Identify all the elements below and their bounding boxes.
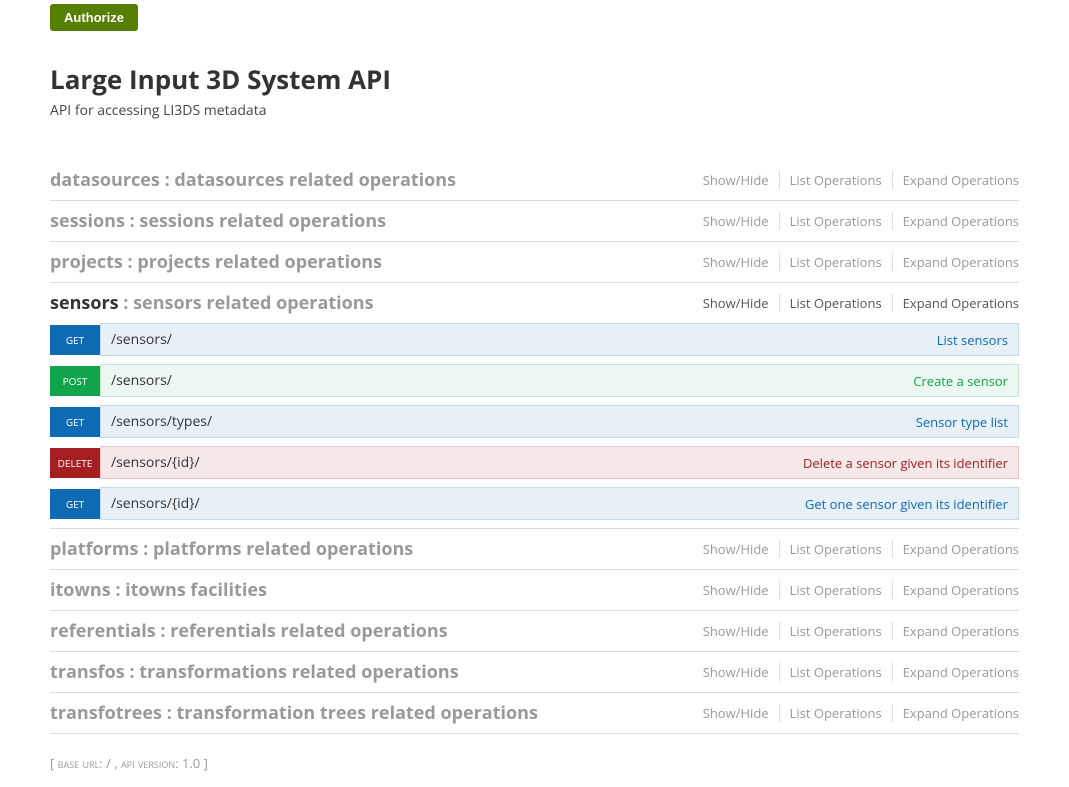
- section-sessions: sessions : sessions related operations Sh…: [50, 201, 1019, 242]
- expand-ops-link[interactable]: Expand Operations: [893, 294, 1019, 312]
- operation-path: /sensors/types/: [111, 412, 212, 431]
- expand-ops-link[interactable]: Expand Operations: [893, 581, 1019, 599]
- show-hide-link[interactable]: Show/Hide: [693, 171, 780, 189]
- api-footer: [ base url: / , api version: 1.0 ]: [50, 754, 1019, 772]
- api-version-label: api version: [121, 754, 175, 772]
- operation-path: /sensors/: [111, 371, 172, 390]
- section-title-referentials[interactable]: referentials : referentials related oper…: [50, 619, 448, 643]
- section-desc: : platforms related operations: [138, 537, 413, 561]
- list-ops-link[interactable]: List Operations: [780, 581, 893, 599]
- section-tag: referentials: [50, 619, 156, 643]
- section-desc: : datasources related operations: [160, 168, 456, 192]
- section-tag: datasources: [50, 168, 160, 192]
- http-method-badge: delete: [50, 448, 100, 478]
- operation-path: /sensors/: [111, 330, 172, 349]
- section-desc: : projects related operations: [123, 250, 382, 274]
- section-desc: : transformation trees related operation…: [162, 701, 538, 725]
- section-tag: platforms: [50, 537, 138, 561]
- section-desc: : referentials related operations: [156, 619, 448, 643]
- section-tag: transfotrees: [50, 701, 162, 725]
- operation-path: /sensors/{id}/: [111, 494, 200, 513]
- show-hide-link[interactable]: Show/Hide: [693, 540, 780, 558]
- section-title-sensors[interactable]: sensors : sensors related operations: [50, 291, 374, 315]
- base-url-value: /: [106, 754, 111, 772]
- section-title-sessions[interactable]: sessions : sessions related operations: [50, 209, 386, 233]
- list-ops-link[interactable]: List Operations: [780, 253, 893, 271]
- expand-ops-link[interactable]: Expand Operations: [893, 212, 1019, 230]
- list-ops-link[interactable]: List Operations: [780, 294, 893, 312]
- api-title: Large Input 3D System API: [50, 61, 1019, 97]
- section-desc: : itowns facilities: [111, 578, 267, 602]
- section-transfotrees: transfotrees : transformation trees rela…: [50, 693, 1019, 734]
- section-projects: projects : projects related operations Sh…: [50, 242, 1019, 283]
- operation-summary: Sensor type list: [916, 413, 1008, 431]
- operation-row[interactable]: get/sensors/List sensors: [50, 323, 1019, 356]
- section-title-itowns[interactable]: itowns : itowns facilities: [50, 578, 267, 602]
- base-url-label: base url: [58, 754, 100, 772]
- section-title-projects[interactable]: projects : projects related operations: [50, 250, 382, 274]
- show-hide-link[interactable]: Show/Hide: [693, 663, 780, 681]
- list-ops-link[interactable]: List Operations: [780, 622, 893, 640]
- section-tag: itowns: [50, 578, 111, 602]
- expand-ops-link[interactable]: Expand Operations: [893, 622, 1019, 640]
- show-hide-link[interactable]: Show/Hide: [693, 294, 780, 312]
- section-title-transfos[interactable]: transfos : transformations related opera…: [50, 660, 459, 684]
- section-platforms: platforms : platforms related operations…: [50, 529, 1019, 570]
- section-referentials: referentials : referentials related oper…: [50, 611, 1019, 652]
- section-datasources: datasources : datasources related operat…: [50, 160, 1019, 201]
- operation-summary: Get one sensor given its identifier: [805, 495, 1008, 513]
- http-method-badge: get: [50, 489, 100, 519]
- api-version-value: 1.0: [182, 754, 200, 772]
- section-desc: : sessions related operations: [125, 209, 386, 233]
- operation-summary: Create a sensor: [913, 372, 1008, 390]
- section-tag: sensors: [50, 291, 119, 315]
- authorize-button[interactable]: Authorize: [50, 4, 138, 31]
- operation-row[interactable]: get/sensors/{id}/ Get one sensor given it…: [50, 487, 1019, 520]
- list-ops-link[interactable]: List Operations: [780, 663, 893, 681]
- expand-ops-link[interactable]: Expand Operations: [893, 704, 1019, 722]
- section-tag: projects: [50, 250, 123, 274]
- operation-summary: Delete a sensor given its identifier: [803, 454, 1008, 472]
- section-desc: : transformations related operations: [125, 660, 459, 684]
- api-description: API for accessing LI3DS metadata: [50, 101, 1019, 120]
- section-sensors: sensors : sensors related operations Show…: [50, 283, 1019, 529]
- section-title-datasources[interactable]: datasources : datasources related operat…: [50, 168, 456, 192]
- show-hide-link[interactable]: Show/Hide: [693, 212, 780, 230]
- section-tag: transfos: [50, 660, 125, 684]
- list-ops-link[interactable]: List Operations: [780, 704, 893, 722]
- expand-ops-link[interactable]: Expand Operations: [893, 171, 1019, 189]
- section-transfos: transfos : transformations related opera…: [50, 652, 1019, 693]
- show-hide-link[interactable]: Show/Hide: [693, 581, 780, 599]
- list-ops-link[interactable]: List Operations: [780, 212, 893, 230]
- operation-row[interactable]: get/sensors/types/Sensor type list: [50, 405, 1019, 438]
- http-method-badge: get: [50, 325, 100, 355]
- section-tag: sessions: [50, 209, 125, 233]
- section-desc: : sensors related operations: [119, 291, 374, 315]
- list-ops-link[interactable]: List Operations: [780, 171, 893, 189]
- operation-summary: List sensors: [937, 331, 1008, 349]
- expand-ops-link[interactable]: Expand Operations: [893, 540, 1019, 558]
- http-method-badge: get: [50, 407, 100, 437]
- operation-row[interactable]: post/sensors/Create a sensor: [50, 364, 1019, 397]
- expand-ops-link[interactable]: Expand Operations: [893, 253, 1019, 271]
- list-ops-link[interactable]: List Operations: [780, 540, 893, 558]
- show-hide-link[interactable]: Show/Hide: [693, 253, 780, 271]
- section-title-transfotrees[interactable]: transfotrees : transformation trees rela…: [50, 701, 538, 725]
- expand-ops-link[interactable]: Expand Operations: [893, 663, 1019, 681]
- operation-path: /sensors/{id}/: [111, 453, 200, 472]
- show-hide-link[interactable]: Show/Hide: [693, 622, 780, 640]
- section-itowns: itowns : itowns facilities Show/HideList …: [50, 570, 1019, 611]
- show-hide-link[interactable]: Show/Hide: [693, 704, 780, 722]
- operation-row[interactable]: delete/sensors/{id}/ Delete a sensor give…: [50, 446, 1019, 479]
- section-title-platforms[interactable]: platforms : platforms related operations: [50, 537, 413, 561]
- http-method-badge: post: [50, 366, 100, 396]
